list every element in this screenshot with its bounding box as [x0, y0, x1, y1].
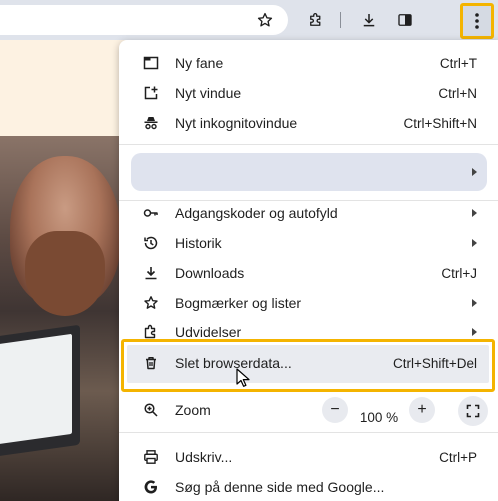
- menu-item-print[interactable]: Udskriv... Ctrl+P: [119, 442, 498, 472]
- clear-data-shortcut: Ctrl+Shift+Del: [392, 355, 477, 371]
- menu-item-zoom: Zoom: [119, 395, 498, 425]
- photo-laptop-screen: [0, 333, 72, 445]
- side-panel-icon[interactable]: [393, 8, 417, 32]
- download-icon[interactable]: [357, 8, 381, 32]
- new-window-shortcut: Ctrl+N: [438, 85, 477, 101]
- key-icon: [142, 204, 160, 222]
- mouse-cursor-icon: [236, 368, 250, 387]
- new-tab-icon: [142, 54, 160, 72]
- print-shortcut: Ctrl+P: [439, 449, 477, 465]
- trash-icon: [142, 354, 160, 372]
- menu-item-history[interactable]: Historik: [119, 228, 498, 258]
- photo-laptop: [0, 324, 80, 458]
- menu-item-new-window[interactable]: Nyt vindue Ctrl+N: [119, 78, 498, 108]
- profile-row[interactable]: [131, 153, 487, 191]
- page-banner: [0, 40, 130, 136]
- toolbar-separator: [340, 12, 341, 28]
- download-icon: [142, 264, 160, 282]
- incognito-icon: [142, 114, 160, 132]
- menu-divider: [119, 432, 498, 433]
- address-bar[interactable]: [0, 5, 288, 35]
- print-label: Udskriv...: [175, 449, 233, 465]
- clear-data-label: Slet browserdata...: [175, 355, 292, 371]
- chevron-right-icon: [472, 209, 477, 217]
- chrome-menu: Ny fane Ctrl+T Nyt vindue Ctrl+N Nyt ink…: [119, 40, 498, 501]
- menu-item-passwords[interactable]: Adgangskoder og autofyld: [119, 198, 498, 228]
- star-icon[interactable]: [253, 8, 277, 32]
- photo-beard: [25, 231, 105, 316]
- extensions-icon[interactable]: [304, 8, 328, 32]
- new-tab-label: Ny fane: [175, 55, 224, 71]
- new-window-label: Nyt vindue: [175, 85, 242, 101]
- zoom-icon: [142, 401, 160, 419]
- google-icon: [142, 478, 160, 496]
- menu-item-downloads[interactable]: Downloads Ctrl+J: [119, 258, 498, 288]
- zoom-label: Zoom: [175, 402, 211, 418]
- hero-photo: [0, 136, 130, 501]
- menu-item-clear-browsing-data[interactable]: Slet browserdata... Ctrl+Shift+Del: [119, 348, 498, 378]
- incognito-label: Nyt inkognitovindue: [175, 115, 298, 131]
- chevron-right-icon: [472, 239, 477, 247]
- menu-item-new-tab[interactable]: Ny fane Ctrl+T: [119, 48, 498, 78]
- search-page-label: Søg på denne side med Google...: [175, 479, 385, 495]
- print-icon: [142, 448, 160, 466]
- new-window-icon: [142, 84, 160, 102]
- zoom-in-button[interactable]: +: [409, 397, 435, 423]
- history-icon: [142, 234, 160, 252]
- zoom-value: 100 %: [359, 410, 399, 425]
- menu-item-incognito[interactable]: Nyt inkognitovindue Ctrl+Shift+N: [119, 108, 498, 138]
- new-tab-shortcut: Ctrl+T: [439, 55, 477, 71]
- menu-item-search-page[interactable]: Søg på denne side med Google...: [119, 472, 498, 501]
- downloads-label: Downloads: [175, 265, 245, 281]
- history-label: Historik: [175, 235, 222, 251]
- bookmarks-label: Bogmærker og lister: [175, 295, 302, 311]
- more-vert-button[interactable]: [460, 3, 494, 39]
- more-vert-icon: [475, 13, 479, 29]
- passwords-label: Adgangskoder og autofyld: [175, 205, 338, 221]
- chevron-right-icon: [472, 168, 477, 176]
- bookmark-star-icon: [142, 294, 160, 312]
- menu-item-bookmarks[interactable]: Bogmærker og lister: [119, 288, 498, 318]
- chevron-right-icon: [472, 328, 477, 336]
- fullscreen-icon: [466, 404, 480, 418]
- incognito-shortcut: Ctrl+Shift+N: [403, 115, 477, 131]
- menu-divider: [119, 144, 498, 145]
- extensions-label: Udvidelser: [175, 324, 242, 340]
- downloads-shortcut: Ctrl+J: [441, 265, 477, 281]
- zoom-out-button[interactable]: −: [322, 397, 348, 423]
- browser-toolbar: [0, 0, 498, 40]
- chevron-right-icon: [472, 299, 477, 307]
- fullscreen-button[interactable]: [458, 396, 488, 426]
